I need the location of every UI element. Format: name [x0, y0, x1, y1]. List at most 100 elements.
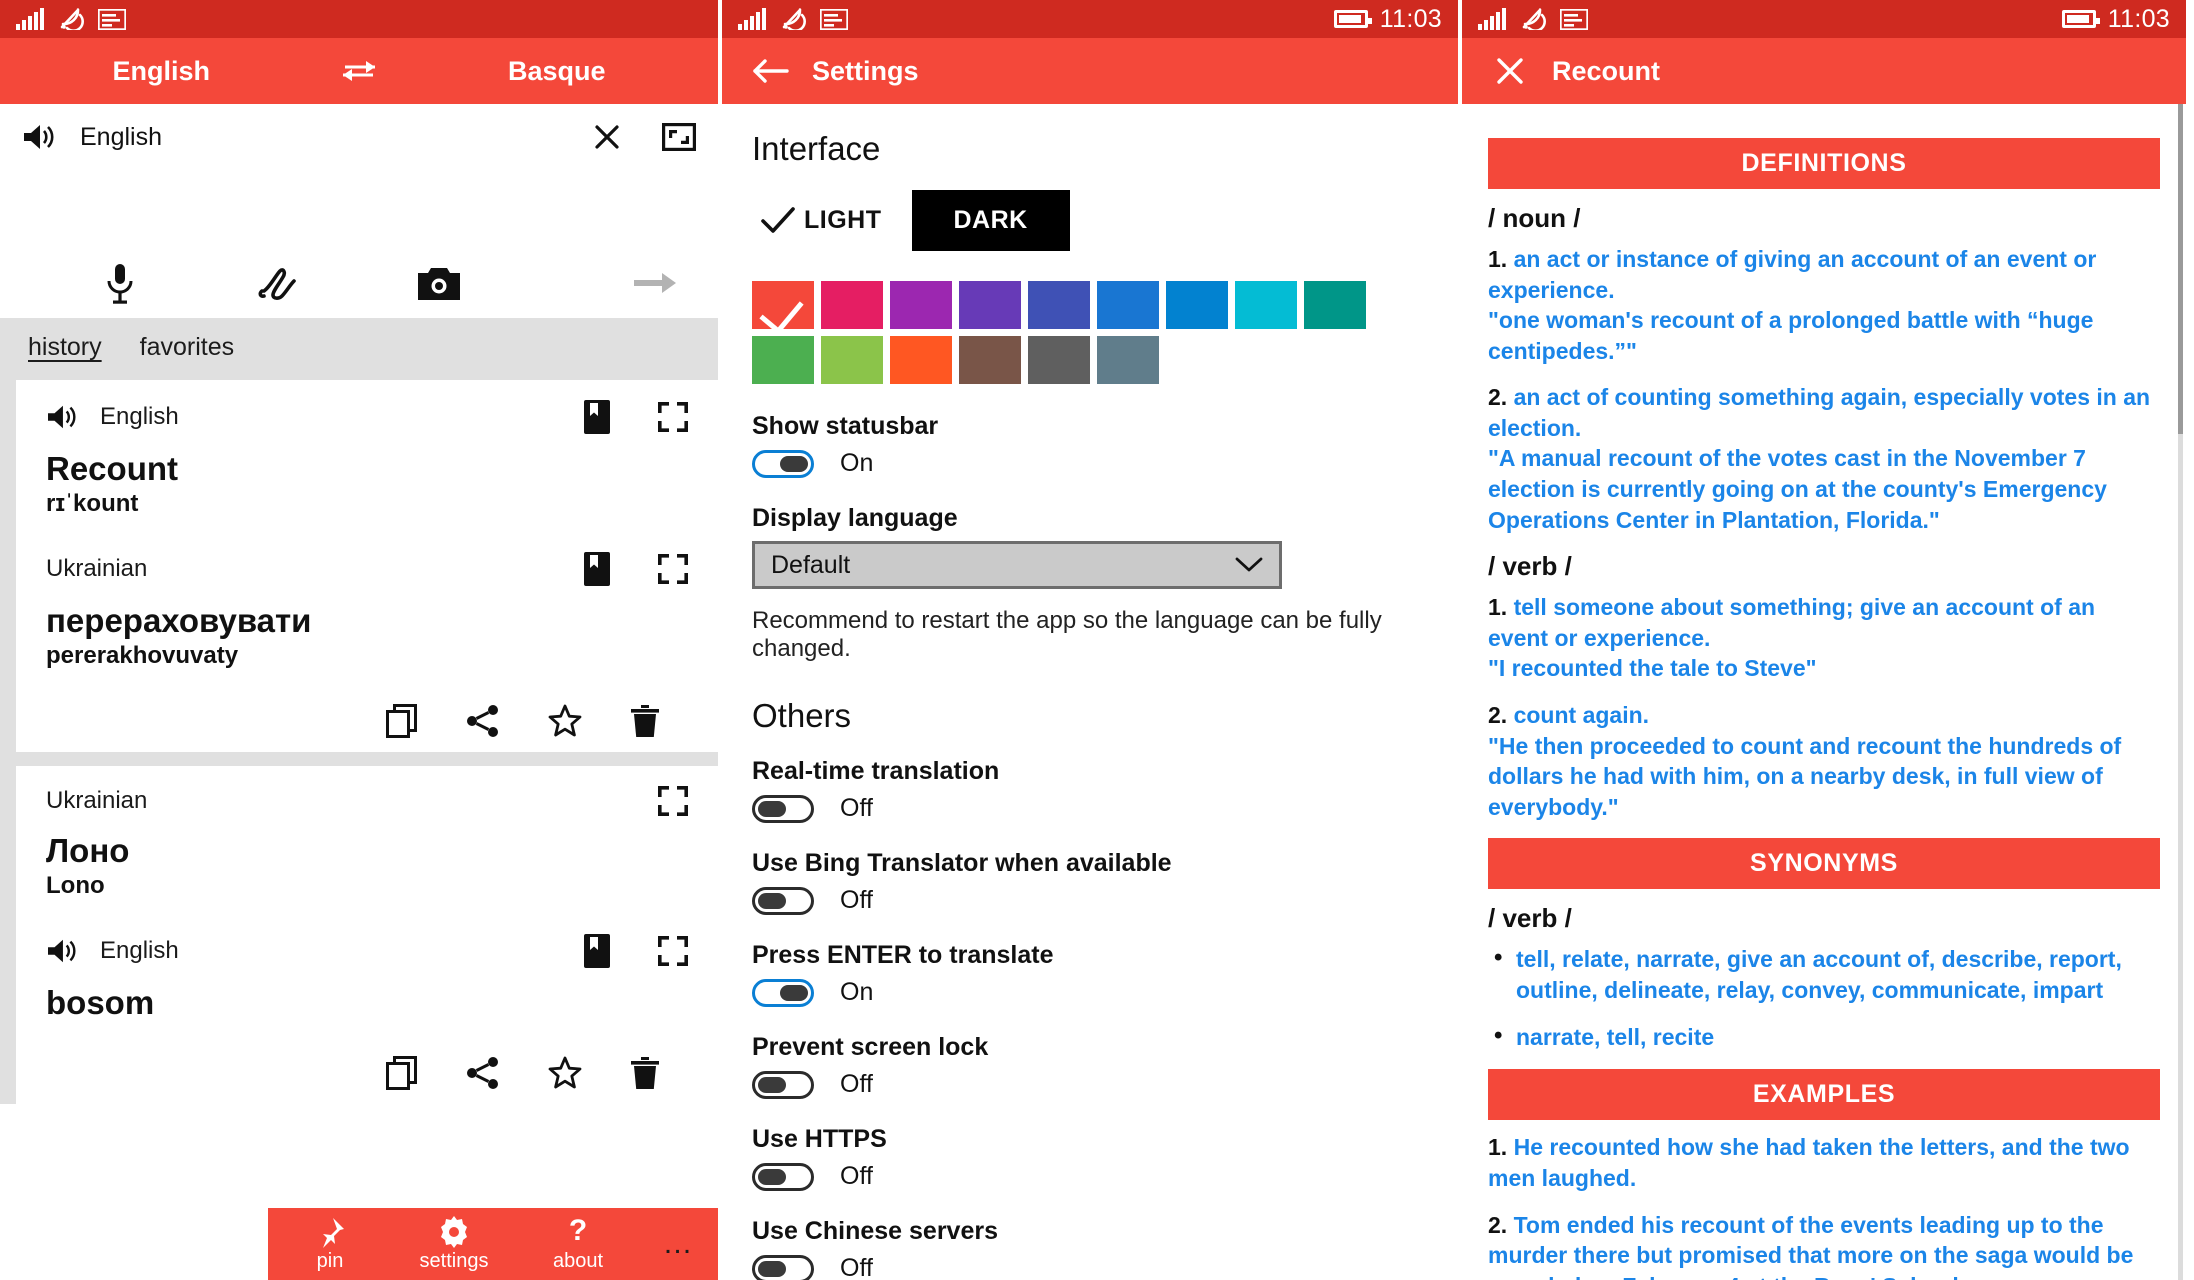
- bottom-bar-settings[interactable]: settings: [392, 1215, 516, 1273]
- settings-app-bar: Settings: [722, 38, 1458, 104]
- fullscreen-icon[interactable]: [658, 936, 688, 966]
- color-swatch-red[interactable]: [752, 281, 814, 329]
- list-item[interactable]: Ukrainian Лоно Lono English bosom: [16, 766, 718, 1104]
- color-swatch-light-green[interactable]: [821, 336, 883, 384]
- source-language-button[interactable]: English: [18, 56, 304, 87]
- source-row-actions: [592, 122, 696, 152]
- show-statusbar-toggle[interactable]: [752, 449, 814, 478]
- color-swatch-blue[interactable]: [1097, 281, 1159, 329]
- show-statusbar-state: On: [840, 449, 874, 477]
- chinese-servers-label: Use Chinese servers: [752, 1217, 998, 1245]
- expand-window-icon[interactable]: [662, 123, 696, 151]
- handwriting-icon[interactable]: [200, 265, 360, 301]
- status-bar-left: [738, 8, 848, 30]
- example-number: 2.: [1488, 1211, 1508, 1238]
- theme-dark-button[interactable]: DARK: [911, 190, 1070, 251]
- source-language-label: English: [80, 122, 162, 151]
- chevron-down-icon: [1235, 556, 1263, 574]
- vertical-scrollbar[interactable]: [2178, 104, 2183, 1280]
- delete-icon[interactable]: [630, 1056, 660, 1090]
- share-icon[interactable]: [466, 704, 500, 738]
- status-bar: [0, 0, 718, 38]
- tab-history[interactable]: history: [28, 333, 102, 365]
- bottom-bar-about[interactable]: ? about: [516, 1216, 640, 1273]
- copy-icon[interactable]: [386, 704, 418, 738]
- card-target-term: перераховувати: [46, 602, 312, 639]
- battery-icon: [1333, 10, 1372, 28]
- speaker-icon[interactable]: [46, 403, 78, 431]
- card-target-block: English bosom: [46, 934, 688, 1022]
- realtime-translation-toggle[interactable]: [752, 794, 814, 823]
- target-language-button[interactable]: Basque: [414, 56, 700, 87]
- swap-languages-icon[interactable]: [304, 57, 413, 85]
- fullscreen-icon[interactable]: [658, 402, 688, 432]
- signal-bars-icon: [738, 8, 766, 30]
- display-language-select[interactable]: Default: [752, 541, 1282, 589]
- color-swatch-grey[interactable]: [1028, 336, 1090, 384]
- color-swatch-cyan[interactable]: [1235, 281, 1297, 329]
- translate-arrow-icon[interactable]: [519, 270, 679, 296]
- dictionary-content: DEFINITIONS / noun / 1. an act or instan…: [1462, 104, 2186, 1280]
- color-swatch-brown[interactable]: [959, 336, 1021, 384]
- definition-quote: "A manual recount of the votes cast in t…: [1488, 445, 2107, 533]
- use-https-row: Off: [752, 1162, 1428, 1191]
- fullscreen-icon[interactable]: [658, 786, 688, 816]
- signal-bars-icon: [1478, 8, 1506, 30]
- signal-bars-icon: [16, 8, 44, 30]
- color-swatch-indigo[interactable]: [1028, 281, 1090, 329]
- color-swatch-light-blue[interactable]: [1166, 281, 1228, 329]
- status-bar-right: 11:03: [2061, 5, 2170, 34]
- color-swatch-green[interactable]: [752, 336, 814, 384]
- star-icon[interactable]: [548, 704, 582, 738]
- star-icon[interactable]: [548, 1056, 582, 1090]
- realtime-translation-row: Off: [752, 794, 1428, 823]
- text-input-area[interactable]: [0, 170, 718, 248]
- fullscreen-icon[interactable]: [658, 554, 688, 584]
- display-language-value: Default: [771, 550, 851, 579]
- share-icon[interactable]: [466, 1056, 500, 1090]
- speaker-icon[interactable]: [22, 122, 56, 152]
- example-text: He recounted how she had taken the lette…: [1488, 1134, 2130, 1191]
- screen-settings: 11:03 Settings Interface LIGHT DARK Show…: [722, 0, 1462, 1280]
- battery-icon: [2061, 10, 2100, 28]
- dictionary-icon[interactable]: [584, 934, 610, 968]
- color-swatch-blue-grey[interactable]: [1097, 336, 1159, 384]
- color-swatch-purple[interactable]: [890, 281, 952, 329]
- status-bar: 11:03: [1462, 0, 2186, 38]
- chinese-servers-toggle[interactable]: [752, 1254, 814, 1280]
- list-item[interactable]: English Recount rɪˈkount Ukrainian перер…: [16, 380, 718, 752]
- delete-icon[interactable]: [630, 704, 660, 738]
- card-row-actions: [584, 400, 688, 434]
- wifi-icon: [1520, 8, 1546, 30]
- overflow-menu-icon[interactable]: …: [640, 1227, 718, 1261]
- press-enter-toggle[interactable]: [752, 978, 814, 1007]
- microphone-icon[interactable]: [40, 262, 200, 304]
- dictionary-icon[interactable]: [584, 552, 610, 586]
- card-source-language: Ukrainian: [46, 787, 148, 814]
- theme-light-button[interactable]: LIGHT: [804, 206, 882, 235]
- bottom-bar-pin[interactable]: pin: [268, 1216, 392, 1273]
- close-icon[interactable]: [592, 122, 622, 152]
- show-statusbar-row: On: [752, 449, 1428, 478]
- definition-number: 1.: [1488, 246, 1508, 272]
- speaker-icon[interactable]: [46, 937, 78, 965]
- color-swatch-pink[interactable]: [821, 281, 883, 329]
- copy-icon[interactable]: [386, 1056, 418, 1090]
- color-swatch-deep-purple[interactable]: [959, 281, 1021, 329]
- back-arrow-icon[interactable]: [744, 57, 796, 85]
- color-swatch-teal[interactable]: [1304, 281, 1366, 329]
- camera-icon[interactable]: [359, 266, 519, 300]
- use-https-label: Use HTTPS: [752, 1125, 887, 1153]
- use-https-toggle[interactable]: [752, 1162, 814, 1191]
- tab-favorites[interactable]: favorites: [140, 333, 234, 365]
- bottom-bar-pin-label: pin: [316, 1249, 344, 1272]
- card-target-block: Ukrainian перераховувати pererakhovuvaty: [46, 552, 688, 670]
- close-icon[interactable]: [1484, 55, 1536, 87]
- bing-translator-toggle[interactable]: [752, 886, 814, 915]
- card-target-translit: pererakhovuvaty: [46, 642, 239, 669]
- prevent-screen-lock-toggle[interactable]: [752, 1070, 814, 1099]
- dictionary-icon[interactable]: [584, 400, 610, 434]
- definition-text: an act of counting something again, espe…: [1488, 384, 2151, 441]
- color-swatch-orange[interactable]: [890, 336, 952, 384]
- input-tools-row: [0, 248, 718, 318]
